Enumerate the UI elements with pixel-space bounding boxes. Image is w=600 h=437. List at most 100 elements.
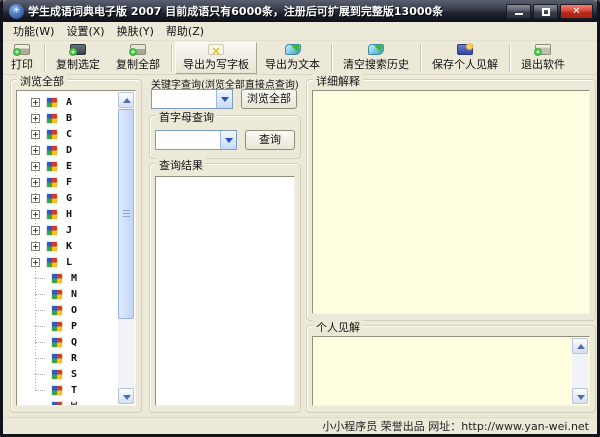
- initial-combobox[interactable]: [155, 130, 237, 150]
- expand-icon[interactable]: [31, 242, 40, 251]
- menu-help[interactable]: 帮助(Z): [160, 21, 210, 41]
- exit-button[interactable]: 退出软件: [513, 42, 573, 74]
- menu-skin[interactable]: 换肤(Y): [111, 21, 160, 41]
- expand-icon[interactable]: [31, 98, 40, 107]
- main-area: 浏览全部 A B C D E F G H J K L M N O P: [3, 75, 597, 417]
- letter-folder-icon: [46, 161, 58, 172]
- letter-folder-icon: [51, 321, 63, 332]
- tree-item-label: L: [66, 257, 72, 268]
- letter-folder-icon: [46, 113, 58, 124]
- detail-textarea[interactable]: [312, 90, 590, 314]
- toolbar-separator: [331, 44, 332, 72]
- printer-icon: [14, 44, 30, 55]
- menu-bar: 功能(W) 设置(X) 换肤(Y) 帮助(Z): [3, 22, 597, 41]
- tree-item-d[interactable]: D: [19, 142, 117, 158]
- clear-history-button[interactable]: 清空搜索历史: [335, 42, 417, 74]
- chevron-up-icon: [577, 344, 585, 349]
- expand-icon[interactable]: [31, 258, 40, 267]
- notes-textarea[interactable]: [312, 336, 590, 406]
- letter-folder-icon: [51, 305, 63, 316]
- tree-item-s[interactable]: S: [19, 366, 117, 382]
- tree-scrollbar[interactable]: [118, 92, 134, 404]
- letter-tree[interactable]: A B C D E F G H J K L M N O P Q R: [16, 90, 136, 406]
- expand-icon[interactable]: [31, 210, 40, 219]
- copy-selected-button[interactable]: 复制选定: [48, 42, 108, 74]
- window-title: 学生成语词典电子版 2007 目前成语只有6000条，注册后可扩展到完整版130…: [28, 3, 502, 19]
- scroll-down-button[interactable]: [572, 388, 588, 404]
- scroll-down-button[interactable]: [118, 388, 134, 404]
- tree-item-a[interactable]: A: [19, 94, 117, 110]
- tree-item-w[interactable]: W: [19, 398, 117, 406]
- browse-all-button[interactable]: 浏览全部: [241, 89, 297, 109]
- tree-item-p[interactable]: P: [19, 318, 117, 334]
- scroll-up-button[interactable]: [572, 338, 588, 354]
- copy-all-button[interactable]: 复制全部: [108, 42, 168, 74]
- tree-item-t[interactable]: T: [19, 382, 117, 398]
- status-bar: 小小程序员 荣誉出品 网址：http://www.yan-wei.net: [3, 417, 597, 433]
- export-text-icon: [285, 44, 301, 55]
- tree-item-label: S: [71, 369, 77, 380]
- browse-all-title: 浏览全部: [17, 73, 67, 89]
- expand-icon[interactable]: [31, 178, 40, 187]
- tree-item-label: P: [71, 321, 77, 332]
- tree-item-e[interactable]: E: [19, 158, 117, 174]
- tree-item-c[interactable]: C: [19, 126, 117, 142]
- scroll-up-button[interactable]: [118, 92, 134, 108]
- clear-history-label: 清空搜索历史: [343, 56, 409, 72]
- copy-all-icon: [130, 44, 146, 55]
- menu-function[interactable]: 功能(W): [7, 21, 60, 41]
- tree-item-l[interactable]: L: [19, 254, 117, 270]
- window-controls: ✕: [506, 4, 593, 19]
- close-button[interactable]: ✕: [560, 4, 593, 19]
- export-wordpad-button[interactable]: 导出为写字板: [175, 42, 257, 74]
- initial-dropdown-button[interactable]: [220, 131, 236, 149]
- tree-item-k[interactable]: K: [19, 238, 117, 254]
- tree-item-b[interactable]: B: [19, 110, 117, 126]
- tree-item-r[interactable]: R: [19, 350, 117, 366]
- results-groupbox: 查询结果: [149, 163, 301, 413]
- save-notes-button[interactable]: 保存个人见解: [424, 42, 506, 74]
- initial-input[interactable]: [156, 131, 220, 149]
- print-button[interactable]: 打印: [3, 42, 41, 74]
- tree-item-j[interactable]: J: [19, 222, 117, 238]
- tree-item-g[interactable]: G: [19, 190, 117, 206]
- tree-item-label: D: [66, 145, 72, 156]
- tree-item-label: W: [71, 401, 77, 407]
- tree-connector: [35, 278, 45, 279]
- maximize-button[interactable]: [533, 4, 558, 19]
- tree-connector: [35, 326, 45, 327]
- keyword-dropdown-button[interactable]: [216, 90, 232, 108]
- expand-icon[interactable]: [31, 162, 40, 171]
- expand-icon[interactable]: [31, 226, 40, 235]
- notes-scrollbar[interactable]: [572, 338, 588, 404]
- tree-connector: [35, 294, 45, 295]
- minimize-icon: [515, 13, 523, 15]
- expand-icon[interactable]: [31, 130, 40, 139]
- tree-item-label: N: [71, 289, 77, 300]
- tree-item-label: K: [66, 241, 72, 252]
- chevron-down-icon: [123, 395, 131, 400]
- letter-folder-icon: [46, 129, 58, 140]
- export-text-button[interactable]: 导出为文本: [257, 42, 328, 74]
- expand-icon[interactable]: [31, 146, 40, 155]
- tree-item-h[interactable]: H: [19, 206, 117, 222]
- expand-icon[interactable]: [31, 194, 40, 203]
- tree-item-label: Q: [71, 337, 77, 348]
- keyword-input[interactable]: [152, 90, 216, 108]
- tree-item-f[interactable]: F: [19, 174, 117, 190]
- tree-item-n[interactable]: N: [19, 286, 117, 302]
- detail-groupbox: 详细解释: [306, 79, 596, 321]
- expand-icon[interactable]: [31, 114, 40, 123]
- results-list[interactable]: [155, 176, 295, 406]
- minimize-button[interactable]: [506, 4, 531, 19]
- tree-item-q[interactable]: Q: [19, 334, 117, 350]
- tree-item-label: O: [71, 305, 77, 316]
- letter-folder-icon: [46, 193, 58, 204]
- query-button[interactable]: 查询: [245, 130, 295, 150]
- keyword-combobox[interactable]: [151, 89, 233, 109]
- menu-settings[interactable]: 设置(X): [60, 21, 110, 41]
- tree-item-o[interactable]: O: [19, 302, 117, 318]
- scrollbar-thumb[interactable]: [118, 109, 134, 319]
- tree-item-m[interactable]: M: [19, 270, 117, 286]
- tree-item-label: T: [71, 385, 77, 396]
